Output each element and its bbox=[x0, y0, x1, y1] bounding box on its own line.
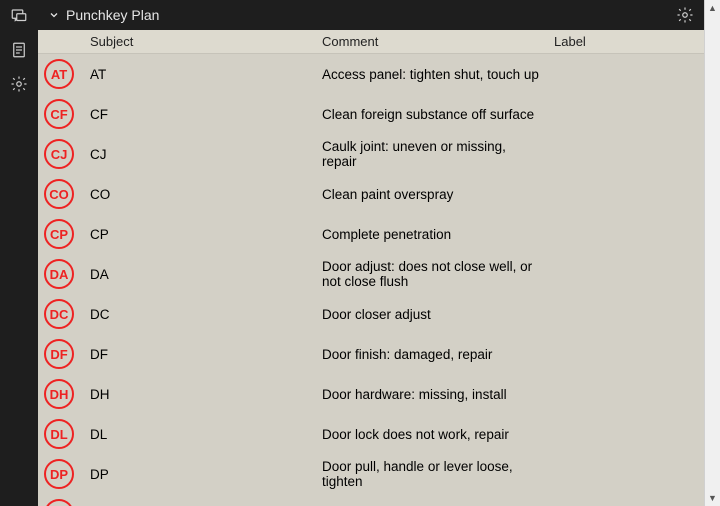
pin-cell: CO bbox=[38, 174, 84, 214]
label-cell bbox=[548, 414, 704, 454]
pin-cell: AT bbox=[38, 54, 84, 95]
subject-cell: CF bbox=[84, 94, 316, 134]
pin-cell: CJ bbox=[38, 134, 84, 174]
label-cell bbox=[548, 494, 704, 506]
pin-cell: CP bbox=[38, 214, 84, 254]
column-header-comment[interactable]: Comment bbox=[316, 30, 548, 54]
column-header-label[interactable]: Label bbox=[548, 30, 704, 54]
subject-cell: DA bbox=[84, 254, 316, 294]
pin-badge[interactable]: DF bbox=[44, 339, 74, 369]
label-cell bbox=[548, 454, 704, 494]
comment-cell: Door closer adjust bbox=[316, 294, 548, 334]
comment-cell: Clean foreign substance off surface bbox=[316, 94, 548, 134]
pin-cell: DL bbox=[38, 414, 84, 454]
panel-settings-gear-icon[interactable] bbox=[676, 6, 694, 24]
pin-badge[interactable]: CO bbox=[44, 179, 74, 209]
table-row[interactable]: CPCPComplete penetration bbox=[38, 214, 704, 254]
table-row[interactable]: DADADoor adjust: does not close well, or… bbox=[38, 254, 704, 294]
document-icon[interactable] bbox=[9, 40, 29, 60]
table-scroll[interactable]: Subject Comment Label ATATAccess panel: … bbox=[38, 30, 704, 506]
pin-cell: DC bbox=[38, 294, 84, 334]
pin-badge[interactable]: AT bbox=[44, 59, 74, 89]
pin-badge[interactable]: DP bbox=[44, 459, 74, 489]
main-panel: Punchkey Plan Subject Comment Label AT AT… bbox=[38, 0, 704, 506]
pin-cell: DS bbox=[38, 494, 84, 506]
comment-cell: Complete penetration bbox=[316, 214, 548, 254]
comment-cell: Caulk joint: uneven or missing, repair bbox=[316, 134, 548, 174]
scroll-down-icon[interactable]: ▼ bbox=[705, 490, 720, 506]
label-cell bbox=[548, 374, 704, 414]
chat-icon[interactable] bbox=[9, 6, 29, 26]
subject-cell: DP bbox=[84, 454, 316, 494]
comment-cell: Door lock does not work, repair bbox=[316, 414, 548, 454]
label-cell bbox=[548, 174, 704, 214]
pin-badge[interactable]: DA bbox=[44, 259, 74, 289]
subject-cell: CO bbox=[84, 174, 316, 214]
pin-cell: DA bbox=[38, 254, 84, 294]
comment-cell: Door adjust: does not close well, or not… bbox=[316, 254, 548, 294]
label-cell bbox=[548, 294, 704, 334]
pin-badge[interactable]: CP bbox=[44, 219, 74, 249]
content-area: Subject Comment Label ATATAccess panel: … bbox=[38, 30, 704, 506]
comment-cell: Door stop missing, install bbox=[316, 494, 548, 506]
table-row[interactable]: DCDCDoor closer adjust bbox=[38, 294, 704, 334]
comment-cell: Door finish: damaged, repair bbox=[316, 334, 548, 374]
subject-cell: DL bbox=[84, 414, 316, 454]
label-cell bbox=[548, 334, 704, 374]
column-header-subject[interactable]: Subject bbox=[84, 30, 316, 54]
pin-badge[interactable]: CJ bbox=[44, 139, 74, 169]
subject-cell: DH bbox=[84, 374, 316, 414]
subject-cell: CJ bbox=[84, 134, 316, 174]
subject-cell: DS bbox=[84, 494, 316, 506]
subject-cell: CP bbox=[84, 214, 316, 254]
table-row[interactable]: COCOClean paint overspray bbox=[38, 174, 704, 214]
table-row[interactable]: CJCJCaulk joint: uneven or missing, repa… bbox=[38, 134, 704, 174]
subject-cell: DC bbox=[84, 294, 316, 334]
table-row[interactable]: DSDSDoor stop missing, install bbox=[38, 494, 704, 506]
scroll-up-icon[interactable]: ▲ bbox=[705, 0, 720, 16]
pin-cell: DF bbox=[38, 334, 84, 374]
pin-badge[interactable]: DC bbox=[44, 299, 74, 329]
subject-cell: AT bbox=[84, 54, 316, 95]
subject-cell: DF bbox=[84, 334, 316, 374]
label-cell bbox=[548, 214, 704, 254]
pin-cell: CF bbox=[38, 94, 84, 134]
panel-title: Punchkey Plan bbox=[66, 7, 159, 23]
pin-badge[interactable]: DS bbox=[44, 499, 74, 506]
comment-cell: Clean paint overspray bbox=[316, 174, 548, 214]
pin-cell: DH bbox=[38, 374, 84, 414]
label-cell bbox=[548, 54, 704, 95]
window-scrollbar[interactable]: ▲ ▼ bbox=[704, 0, 720, 506]
pin-badge[interactable]: DH bbox=[44, 379, 74, 409]
pin-badge[interactable]: CF bbox=[44, 99, 74, 129]
table-row[interactable]: DHDHDoor hardware: missing, install bbox=[38, 374, 704, 414]
label-cell bbox=[548, 94, 704, 134]
table-row[interactable]: DPDPDoor pull, handle or lever loose, ti… bbox=[38, 454, 704, 494]
pin-badge[interactable]: DL bbox=[44, 419, 74, 449]
comment-cell: Access panel: tighten shut, touch up bbox=[316, 54, 548, 95]
chevron-down-icon[interactable] bbox=[48, 9, 60, 21]
table-row[interactable]: DLDLDoor lock does not work, repair bbox=[38, 414, 704, 454]
left-rail bbox=[0, 0, 38, 506]
label-cell bbox=[548, 254, 704, 294]
punchkey-table: Subject Comment Label ATATAccess panel: … bbox=[38, 30, 704, 506]
column-header-pin[interactable] bbox=[38, 30, 84, 54]
scroll-track[interactable] bbox=[705, 16, 720, 490]
table-row[interactable]: DFDFDoor finish: damaged, repair bbox=[38, 334, 704, 374]
panel-header: Punchkey Plan bbox=[38, 0, 704, 30]
label-cell bbox=[548, 134, 704, 174]
comment-cell: Door hardware: missing, install bbox=[316, 374, 548, 414]
table-row[interactable]: CFCFClean foreign substance off surface bbox=[38, 94, 704, 134]
table-row[interactable]: ATATAccess panel: tighten shut, touch up bbox=[38, 54, 704, 95]
gear-icon[interactable] bbox=[9, 74, 29, 94]
pin-cell: DP bbox=[38, 454, 84, 494]
comment-cell: Door pull, handle or lever loose, tighte… bbox=[316, 454, 548, 494]
